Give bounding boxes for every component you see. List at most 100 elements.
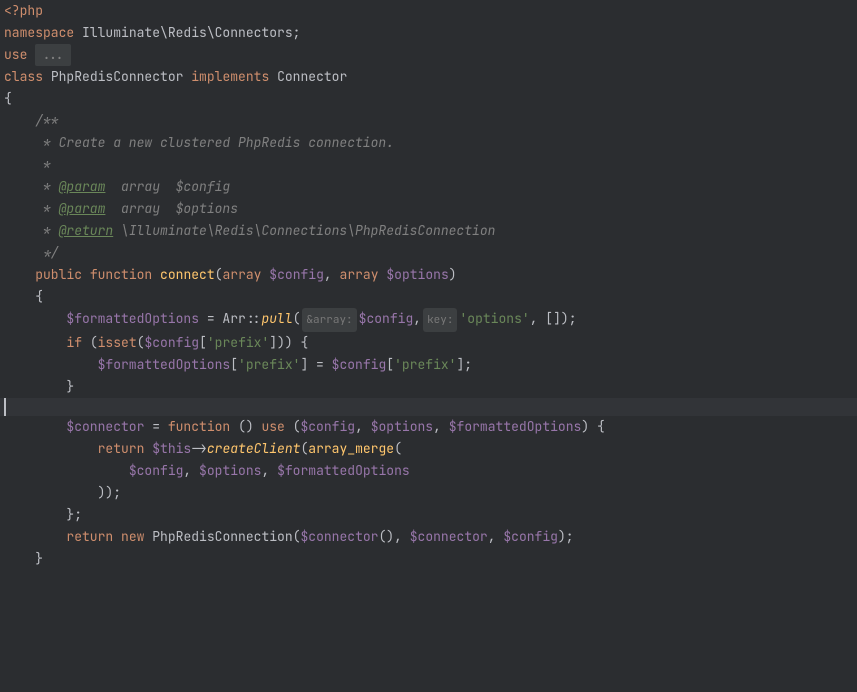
text [441,416,449,438]
keyword-use: use [4,44,27,66]
doc-return-type: \Illuminate\Redis\Connections\PhpRedisCo… [113,220,495,242]
text [4,438,98,460]
isset-call: isset [98,332,137,354]
code-line[interactable]: * [0,154,857,176]
doc-comment: * [4,154,51,176]
text [269,460,277,482]
code-line[interactable]: public function connect(array $config, a… [0,264,857,286]
text [4,460,129,482]
paren: ) [581,416,589,438]
doc-comment-prefix: * [4,176,59,198]
method-call: pull [261,308,292,332]
code-line[interactable]: <?php [0,0,857,22]
variable: $connector [66,416,144,438]
comma: , [183,460,191,482]
scope: :: [246,308,262,332]
code-editor[interactable]: <?php namespace Illuminate\Redis\Connect… [0,0,857,570]
code-line[interactable]: }; [0,504,857,526]
comma: , [394,526,402,548]
string-literal: 'prefix' [238,354,300,376]
brace: } [4,376,74,398]
code-line[interactable]: /** [0,110,857,132]
code-line[interactable]: * @return \Illuminate\Redis\Connections\… [0,220,857,242]
paren: ( [285,416,301,438]
parameter-hint: &array: [302,308,356,332]
paren: ( [82,332,98,354]
class-ref: Arr [222,308,245,332]
paren: ( [137,332,145,354]
variable: $connector [300,526,378,548]
bracket: ] [456,354,464,376]
variable: $formattedOptions [277,460,410,482]
doc-variable: $options [176,198,238,220]
code-line[interactable]: * @param array $options [0,198,857,220]
variable: $config [144,332,199,354]
code-line[interactable]: if (isset($config['prefix'])) { [0,332,857,354]
paren: ( [394,438,402,460]
semicolon: ; [569,308,577,332]
text [4,308,66,332]
paren: ( [293,526,301,548]
code-line[interactable]: } [0,376,857,398]
variable: $options [199,460,261,482]
text [144,526,152,548]
doc-comment: */ [4,242,59,264]
code-line[interactable]: { [0,286,857,308]
semicolon: ; [74,504,82,526]
text [4,526,66,548]
brace: } [4,548,43,570]
doc-comment-prefix: * [4,220,59,242]
string-literal: 'options' [459,308,529,332]
code-line[interactable]: * @param array $config [0,176,857,198]
comma: , [324,264,332,286]
paren: )) [4,482,113,504]
paren: ( [293,308,301,332]
arrow: -> [191,438,207,460]
paren: ( [215,264,223,286]
bracket: [ [199,332,207,354]
keyword-namespace: namespace [4,22,74,44]
code-line[interactable]: return $this->createClient(array_merge( [0,438,857,460]
brace: } [4,504,74,526]
paren: ) [561,308,569,332]
bracket: ] [269,332,277,354]
brace: { [4,286,43,308]
comma: , [433,416,441,438]
text [379,264,387,286]
class-name: PhpRedisConnector [51,66,184,88]
paren: ) [558,526,566,548]
code-line[interactable]: $formattedOptions['prefix'] = $config['p… [0,354,857,376]
text [4,332,66,354]
comma: , [355,416,363,438]
code-line[interactable]: return new PhpRedisConnection($connector… [0,526,857,548]
bracket: ] [300,354,308,376]
code-line[interactable]: $config, $options, $formattedOptions [0,460,857,482]
doc-comment-prefix: * [4,198,59,220]
text [4,264,35,286]
code-line[interactable]: class PhpRedisConnector implements Conne… [0,66,857,88]
php-open-tag: <?php [4,0,43,22]
semicolon: ; [293,22,301,44]
text [261,264,269,286]
code-line[interactable]: { [0,88,857,110]
code-fold-indicator[interactable]: ... [35,44,70,66]
variable: $formattedOptions [98,354,231,376]
variable: $config [503,526,558,548]
code-line[interactable]: } [0,548,857,570]
code-line[interactable]: namespace Illuminate\Redis\Connectors; [0,22,857,44]
variable: $config [359,308,414,332]
code-line[interactable]: */ [0,242,857,264]
comma: , [488,526,496,548]
parameter-hint: key: [423,308,457,332]
text [152,264,160,286]
code-line[interactable]: use ... [0,44,857,66]
code-line[interactable]: $connector = function () use ($config, $… [0,416,857,438]
brace: { [293,332,309,354]
code-line[interactable]: * Create a new clustered PhpRedis connec… [0,132,857,154]
method-call: createClient [207,438,301,460]
variable: $options [371,416,433,438]
code-line[interactable]: )); [0,482,857,504]
code-line-current[interactable] [0,398,857,416]
keyword-return: return [98,438,145,460]
code-line[interactable]: $formattedOptions = Arr::pull( &array: $… [0,308,857,332]
